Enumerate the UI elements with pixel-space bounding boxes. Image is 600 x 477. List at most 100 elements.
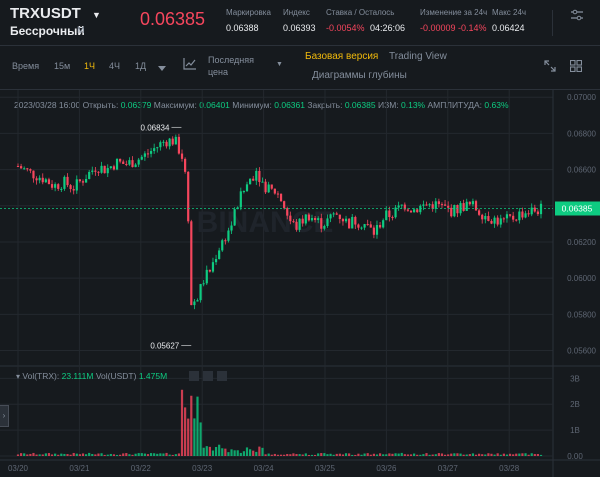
- candle-body: [425, 204, 428, 206]
- volume-bar: [26, 454, 29, 456]
- candle-body: [94, 170, 97, 172]
- volume-bar: [397, 453, 400, 456]
- volume-bar: [72, 452, 75, 456]
- candle-body: [224, 240, 227, 242]
- candle-body: [474, 201, 478, 211]
- price-type-dropdown-icon[interactable]: ▼: [276, 61, 283, 68]
- candle-body: [149, 151, 153, 154]
- candle-body: [413, 209, 416, 213]
- fullscreen-icon[interactable]: [544, 59, 556, 77]
- candle-body: [44, 179, 47, 183]
- volume-bar: [143, 453, 146, 456]
- volume-bar: [224, 448, 227, 456]
- vol-up-icon[interactable]: [189, 371, 199, 381]
- interval-dropdown-icon[interactable]: [158, 59, 166, 77]
- volume-bar: [38, 454, 41, 456]
- vol-tick-label: 0.00: [567, 452, 583, 461]
- volume-bar: [69, 454, 72, 456]
- volume-bar: [527, 454, 530, 456]
- volume-bar: [227, 452, 230, 456]
- volume-bar: [60, 453, 63, 456]
- candlestick-chart[interactable]: BINANCE 0.070000.068000.066000.064000.06…: [0, 90, 600, 477]
- volume-bar: [524, 453, 527, 456]
- volume-bar: [366, 453, 369, 456]
- volume-bar: [35, 454, 38, 456]
- volume-bar: [276, 454, 280, 456]
- volume-bar: [184, 407, 187, 456]
- candle-body: [97, 171, 100, 173]
- candle-body: [320, 218, 323, 229]
- symbol-name[interactable]: TRXUSDT: [10, 5, 81, 22]
- candle-body: [230, 225, 233, 231]
- volume-bar: [221, 448, 224, 456]
- price-type-select[interactable]: Последняя цена: [208, 54, 270, 78]
- sliders-icon[interactable]: [570, 8, 584, 25]
- x-tick-label: 03/22: [131, 464, 152, 473]
- side-panel-toggle[interactable]: ›: [0, 405, 9, 427]
- volume-bar: [23, 453, 26, 456]
- volume-bar: [57, 454, 60, 456]
- volume-bar: [450, 453, 453, 456]
- volume-bar: [162, 453, 165, 456]
- volume-bar: [66, 454, 69, 456]
- volume-bar: [388, 453, 391, 456]
- candle-body: [171, 138, 174, 145]
- layout-grid-icon[interactable]: [569, 59, 583, 77]
- contract-badge: M: [77, 25, 85, 35]
- candle-body: [63, 176, 66, 189]
- volume-bar: [490, 453, 493, 456]
- candle-body: [202, 283, 205, 285]
- candle-body: [239, 191, 242, 208]
- candle-body: [60, 188, 63, 190]
- symbol-dropdown-icon[interactable]: ▼: [92, 10, 101, 20]
- x-tick-label: 03/20: [8, 464, 29, 473]
- volume-bar: [279, 454, 283, 456]
- volume-bar: [382, 454, 385, 456]
- candle-body: [174, 136, 177, 145]
- candle-body: [468, 201, 471, 205]
- candle-body: [515, 219, 518, 221]
- volume-bar: [344, 453, 348, 456]
- candle-body: [159, 142, 162, 148]
- depth-chart-tab[interactable]: Диаграммы глубины: [312, 70, 407, 81]
- vol-settings-icon[interactable]: [203, 371, 213, 381]
- vol-trx-label: Vol(TRX):: [22, 371, 60, 381]
- view-tradingview-tab[interactable]: Trading View: [389, 51, 447, 62]
- vol-tick-label: 3B: [570, 374, 580, 383]
- interval-1d[interactable]: 1Д: [135, 61, 146, 71]
- volume-bar: [249, 449, 252, 456]
- candle-body: [437, 201, 440, 205]
- volume-bar: [487, 453, 490, 456]
- volume-bar: [459, 453, 462, 456]
- candle-body: [323, 225, 326, 229]
- volume-bar: [146, 454, 150, 456]
- candle-body: [109, 166, 112, 169]
- volume-bar: [468, 454, 471, 456]
- volume-bar: [50, 454, 54, 456]
- volume-bar: [295, 454, 298, 456]
- vol-close-icon[interactable]: [217, 371, 227, 381]
- volume-bar: [512, 454, 515, 456]
- candle-body: [422, 204, 425, 206]
- indicators-icon[interactable]: [183, 57, 197, 75]
- interval-4h[interactable]: 4Ч: [109, 61, 120, 71]
- volume-bar: [521, 453, 524, 456]
- volume-bar: [443, 454, 447, 456]
- funding-countdown: 04:26:06: [370, 23, 406, 33]
- volume-bar: [493, 454, 496, 456]
- y-tick-label: 0.06200: [567, 238, 596, 247]
- candle-body: [307, 214, 310, 221]
- candle-body: [252, 178, 255, 181]
- volume-bar: [91, 453, 94, 456]
- vol-trx-value: 23.111M: [61, 371, 94, 381]
- view-basic-tab[interactable]: Базовая версия: [305, 51, 378, 62]
- interval-15m[interactable]: 15м: [54, 61, 70, 71]
- candle-body: [112, 166, 116, 170]
- volume-bar: [81, 453, 85, 456]
- current-price-label: 0.06385: [562, 204, 593, 214]
- interval-1h[interactable]: 1Ч: [84, 61, 95, 71]
- candle-body: [419, 205, 422, 213]
- volume-bar: [205, 446, 208, 456]
- volume-collapse-icon[interactable]: ▾: [16, 372, 20, 381]
- candle-body: [326, 218, 329, 226]
